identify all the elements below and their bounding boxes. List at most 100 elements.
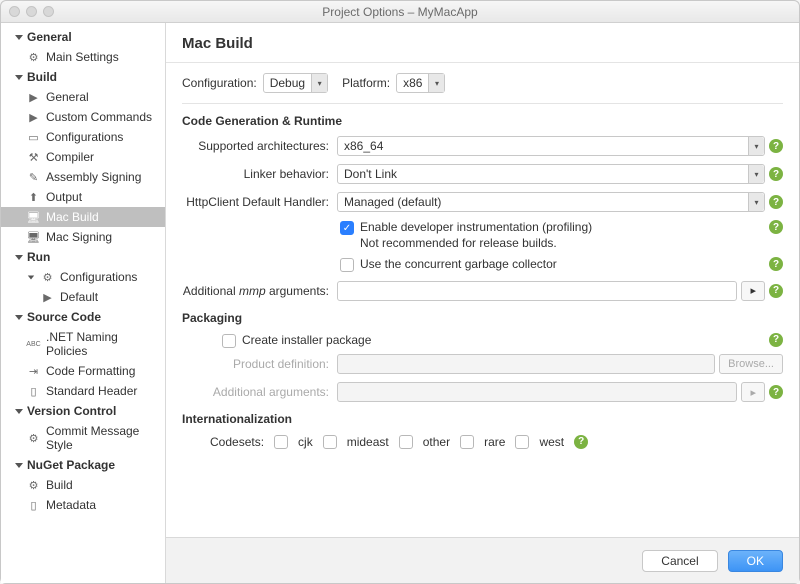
- help-icon[interactable]: ?: [769, 167, 783, 181]
- titlebar: Project Options – MyMacApp: [1, 1, 799, 23]
- chevron-down-icon: ▾: [748, 137, 764, 155]
- chevron-down-icon: ▾: [748, 193, 764, 211]
- sidebar-item-nuget-build[interactable]: ⚙Build: [1, 475, 165, 495]
- codesets-label: Codesets:: [210, 435, 264, 449]
- help-icon[interactable]: ?: [769, 139, 783, 153]
- sidebar-item-compiler[interactable]: ⚒Compiler: [1, 147, 165, 167]
- sidebar-item-main-settings[interactable]: ⚙Main Settings: [1, 47, 165, 67]
- addlargs-input: [337, 382, 737, 402]
- help-icon[interactable]: ?: [769, 220, 783, 234]
- proddef-input: [337, 354, 715, 374]
- section-i18n: Internationalization: [182, 412, 783, 426]
- play-icon: ▶: [41, 291, 54, 304]
- help-icon[interactable]: ?: [769, 284, 783, 298]
- sidebar-item-configurations[interactable]: ▭Configurations: [1, 127, 165, 147]
- sidebar-group-run[interactable]: Run: [1, 247, 165, 267]
- platform-label: Platform:: [342, 76, 390, 90]
- traffic-minimize[interactable]: [26, 6, 37, 17]
- codeset-rare-checkbox[interactable]: [460, 435, 474, 449]
- linker-select[interactable]: Don't Link▾: [337, 164, 765, 184]
- profiling-label: Enable developer instrumentation (profil…: [360, 220, 592, 251]
- sidebar-item-naming-policies[interactable]: ABC.NET Naming Policies: [1, 327, 165, 361]
- codeset-west-checkbox[interactable]: [515, 435, 529, 449]
- doc-icon: ▯: [27, 385, 40, 398]
- help-icon[interactable]: ?: [769, 195, 783, 209]
- abc-icon: ABC: [27, 338, 40, 351]
- sidebar-item-assembly-signing[interactable]: ✎Assembly Signing: [1, 167, 165, 187]
- sidebar-item-mac-signing[interactable]: 🖥Mac Signing: [1, 227, 165, 247]
- platform-select[interactable]: x86▾: [396, 73, 445, 93]
- gear-icon: ⚙: [41, 271, 54, 284]
- brackets-icon: ⇥: [27, 365, 40, 378]
- help-icon[interactable]: ?: [574, 435, 588, 449]
- sidebar: General ⚙Main Settings Build ▶General ▶C…: [1, 23, 166, 583]
- sidebar-group-general[interactable]: General: [1, 27, 165, 47]
- installer-checkbox[interactable]: [222, 334, 236, 348]
- proddef-label: Product definition:: [182, 357, 337, 371]
- codeset-cjk-checkbox[interactable]: [274, 435, 288, 449]
- codeset-mideast-checkbox[interactable]: [323, 435, 337, 449]
- sidebar-group-version-control[interactable]: Version Control: [1, 401, 165, 421]
- codeset-other-label: other: [423, 435, 450, 449]
- page-title: Mac Build: [166, 23, 799, 63]
- addlargs-expand-button: ▸: [741, 382, 765, 402]
- codeset-cjk-label: cjk: [298, 435, 313, 449]
- ok-button[interactable]: OK: [728, 550, 783, 572]
- hammer-icon: ⚒: [27, 151, 40, 164]
- sidebar-group-build[interactable]: Build: [1, 67, 165, 87]
- http-label: HttpClient Default Handler:: [182, 195, 337, 209]
- mmp-expand-button[interactable]: ▸: [741, 281, 765, 301]
- sidebar-item-commit-style[interactable]: ⚙Commit Message Style: [1, 421, 165, 455]
- cancel-button[interactable]: Cancel: [642, 550, 717, 572]
- sidebar-item-run-default[interactable]: ▶Default: [1, 287, 165, 307]
- window-icon: ▭: [27, 131, 40, 144]
- play-icon: ▶: [27, 111, 40, 124]
- codeset-other-checkbox[interactable]: [399, 435, 413, 449]
- section-packaging: Packaging: [182, 311, 783, 325]
- help-icon[interactable]: ?: [769, 333, 783, 347]
- pen-icon: ✎: [27, 171, 40, 184]
- help-icon[interactable]: ?: [769, 257, 783, 271]
- chevron-down-icon: ▾: [311, 74, 327, 92]
- http-select[interactable]: Managed (default)▾: [337, 192, 765, 212]
- sidebar-item-custom-commands[interactable]: ▶Custom Commands: [1, 107, 165, 127]
- gear-icon: ⚙: [27, 51, 40, 64]
- traffic-close[interactable]: [9, 6, 20, 17]
- chevron-down-icon: ▾: [748, 165, 764, 183]
- codeset-mideast-label: mideast: [347, 435, 389, 449]
- help-icon[interactable]: ?: [769, 385, 783, 399]
- browse-button: Browse...: [719, 354, 783, 374]
- sidebar-group-nuget[interactable]: NuGet Package: [1, 455, 165, 475]
- linker-label: Linker behavior:: [182, 167, 337, 181]
- sidebar-item-nuget-metadata[interactable]: ▯Metadata: [1, 495, 165, 515]
- sidebar-item-run-configurations[interactable]: ⚙Configurations: [1, 267, 165, 287]
- mmp-input[interactable]: [337, 281, 737, 301]
- sidebar-group-source-code[interactable]: Source Code: [1, 307, 165, 327]
- sidebar-item-build-general[interactable]: ▶General: [1, 87, 165, 107]
- configuration-label: Configuration:: [182, 76, 257, 90]
- installer-label: Create installer package: [242, 333, 371, 349]
- sidebar-item-standard-header[interactable]: ▯Standard Header: [1, 381, 165, 401]
- window-title: Project Options – MyMacApp: [322, 5, 477, 19]
- arch-label: Supported architectures:: [182, 139, 337, 153]
- sidebar-item-mac-build[interactable]: 🖥Mac Build: [1, 207, 165, 227]
- configuration-select[interactable]: Debug▾: [263, 73, 328, 93]
- sidebar-item-output[interactable]: ⬆Output: [1, 187, 165, 207]
- gear-icon: ⚙: [27, 432, 40, 445]
- codeset-rare-label: rare: [484, 435, 505, 449]
- gc-label: Use the concurrent garbage collector: [360, 257, 557, 273]
- codeset-west-label: west: [539, 435, 564, 449]
- mmp-label: Additional mmp arguments:: [182, 284, 337, 298]
- doc-icon: ▯: [27, 499, 40, 512]
- monitor-icon: 🖥: [27, 231, 40, 244]
- traffic-zoom[interactable]: [43, 6, 54, 17]
- sidebar-item-code-formatting[interactable]: ⇥Code Formatting: [1, 361, 165, 381]
- gear-icon: ⚙: [27, 479, 40, 492]
- profiling-checkbox[interactable]: ✓: [340, 221, 354, 235]
- gc-checkbox[interactable]: [340, 258, 354, 272]
- upload-icon: ⬆: [27, 191, 40, 204]
- monitor-icon: 🖥: [27, 211, 40, 224]
- play-icon: ▶: [27, 91, 40, 104]
- arch-select[interactable]: x86_64▾: [337, 136, 765, 156]
- section-codegen: Code Generation & Runtime: [182, 114, 783, 128]
